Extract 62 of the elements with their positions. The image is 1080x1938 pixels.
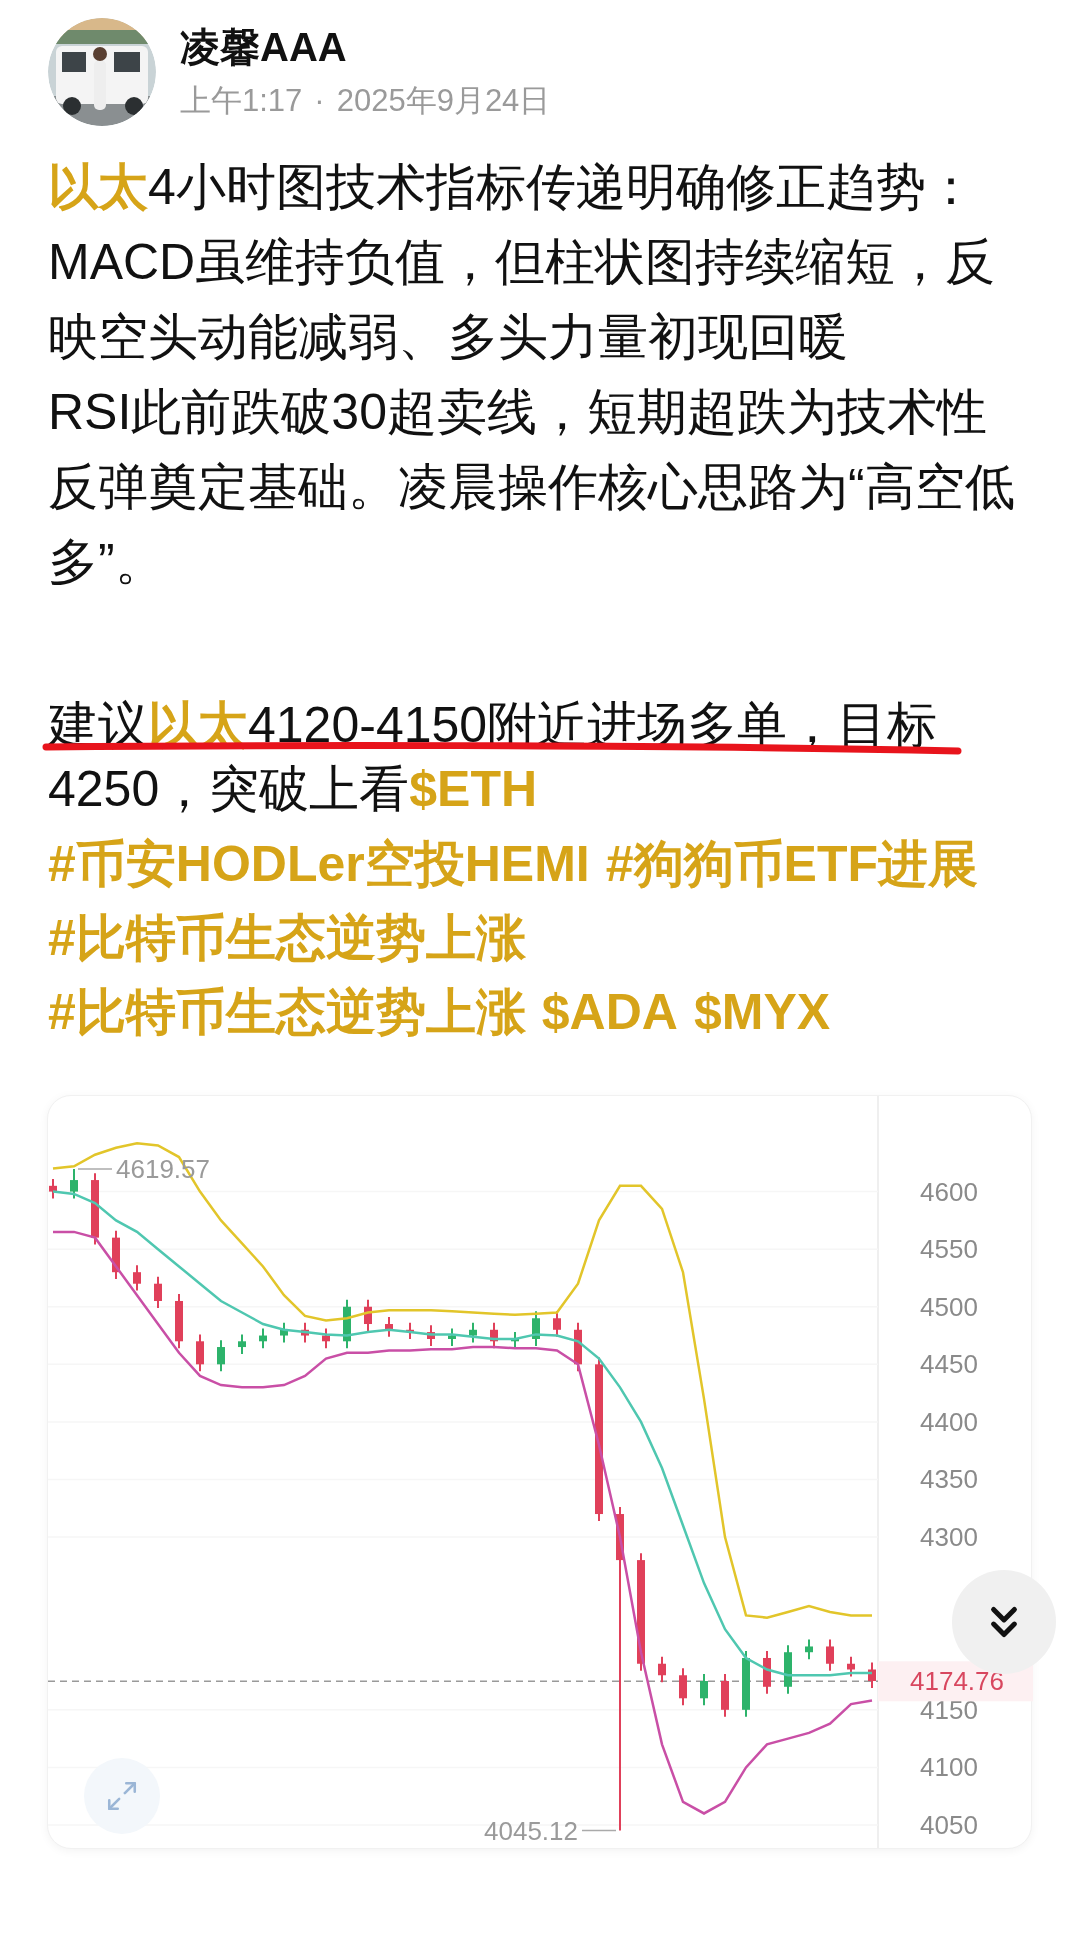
candle [847, 1655, 855, 1678]
candle [868, 1661, 876, 1689]
axis-label: 4450 [920, 1349, 978, 1380]
axis-label: 4500 [920, 1291, 978, 1322]
post-text: RSI此前跌破30超卖线，短期超跌为技术性反弹奠定基础。凌晨操作核心思路为“高空低多”。 [48, 383, 1016, 592]
hashtag-link[interactable]: $MYX [693, 975, 831, 1049]
separator-dot: · [314, 81, 325, 120]
candle [322, 1327, 330, 1350]
candle [448, 1327, 456, 1347]
leader-line [581, 1829, 617, 1832]
axis-label: 4350 [920, 1464, 978, 1495]
candle [469, 1321, 477, 1344]
hashtag-link[interactable]: #狗狗币ETF进展 [605, 827, 978, 901]
author-name[interactable]: 凌馨AAA [180, 19, 551, 74]
candle [154, 1275, 162, 1309]
candle [238, 1333, 246, 1355]
axis-label: 4100 [920, 1752, 978, 1783]
post-text: 以太4小时图技术指标传递明确修正趋势：MACD虽维持负值，但柱状图持续缩短，反映空头动能减弱、多头力量初现回暖 [48, 158, 997, 367]
post-text: 4250，突破上看$ETH [48, 761, 538, 817]
candle [742, 1650, 750, 1718]
candle [826, 1638, 834, 1672]
candle [70, 1168, 78, 1200]
axis-label: 4600 [920, 1176, 978, 1207]
hashtag-link[interactable]: #比特币生态逆势上涨 [48, 975, 526, 1049]
price-label: 4045.12 [484, 1815, 578, 1846]
candle [574, 1321, 582, 1373]
candle [427, 1324, 435, 1347]
axis-label: 4300 [920, 1522, 978, 1553]
candle [175, 1293, 183, 1350]
current-price-label: 4174.76 [910, 1666, 1004, 1697]
candle [784, 1644, 792, 1695]
leader-line [77, 1168, 113, 1170]
candle [196, 1333, 204, 1373]
hashtag-link[interactable]: #比特币生态逆势上涨 [48, 901, 526, 975]
candle [763, 1650, 771, 1695]
post-date: 2025年9月24日 [336, 81, 551, 120]
candle [49, 1177, 57, 1200]
candle [280, 1321, 288, 1344]
expand-icon [105, 1779, 139, 1813]
candle [259, 1327, 267, 1350]
axis-label: 4550 [920, 1234, 978, 1265]
candle [679, 1667, 687, 1707]
axis-label: 4050 [920, 1809, 978, 1840]
candle [511, 1331, 519, 1350]
hashtag-link[interactable]: $ADA [541, 975, 678, 1049]
candle [364, 1298, 372, 1332]
candle [700, 1673, 708, 1707]
candle [406, 1321, 414, 1340]
candle [385, 1316, 393, 1338]
candle [217, 1339, 225, 1373]
candle [721, 1673, 729, 1718]
candle [805, 1638, 813, 1661]
post-time: 上午1:17 [180, 81, 303, 120]
candle [658, 1655, 666, 1684]
candle [532, 1310, 540, 1347]
candle [301, 1321, 309, 1344]
hashtag-link[interactable]: #币安HODLer空投HEMI [48, 827, 590, 901]
axis-label: 4150 [920, 1694, 978, 1725]
candle [343, 1298, 351, 1350]
candle [133, 1264, 141, 1292]
axis-label: 4400 [920, 1406, 978, 1437]
candle [112, 1229, 120, 1281]
